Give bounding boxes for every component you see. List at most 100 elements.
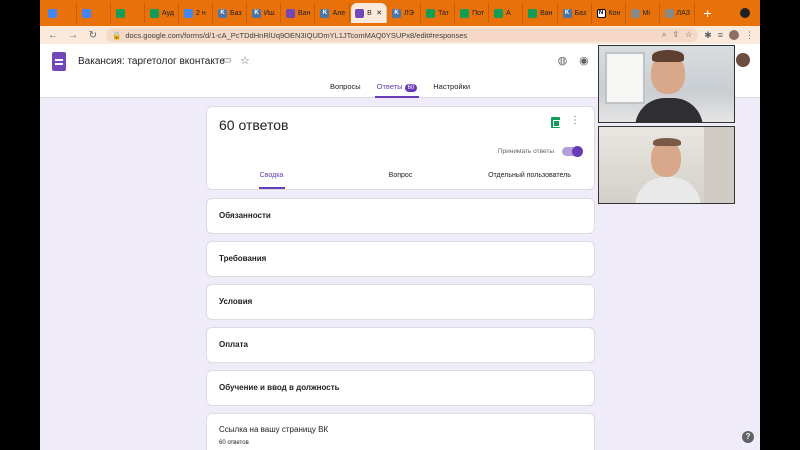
reload-icon[interactable]: ↻: [86, 30, 100, 41]
tab-label: Mi: [642, 9, 650, 17]
browser-tab[interactable]: N Кон: [593, 3, 626, 23]
letterbox-right: [760, 0, 800, 450]
tab-label: Ван: [540, 9, 553, 17]
toggle-knob: [572, 146, 583, 157]
browser-tab[interactable]: K Але: [316, 3, 351, 23]
responses-count-title: 60 ответов: [219, 117, 289, 133]
sheets-icon: [150, 8, 159, 18]
notion-icon: N: [596, 8, 606, 18]
forward-icon[interactable]: →: [66, 30, 80, 41]
tab-label: Кон: [608, 9, 621, 17]
question-card[interactable]: Ссылка на вашу страницу ВК 60 ответов: [206, 413, 595, 450]
accept-responses-toggle[interactable]: [562, 146, 583, 157]
tab-strip: Ауд 2 н K Баз K Иш Ван K Але В ✕ K ЛЭ Тат Пот…: [40, 0, 760, 26]
person-head: [651, 141, 681, 177]
question-card[interactable]: Оплата: [206, 327, 595, 363]
browser-tab[interactable]: Ван: [524, 3, 558, 23]
new-tab-button[interactable]: +: [696, 5, 720, 21]
browser-menu-icon[interactable]: ⋮: [745, 30, 754, 41]
webcam-overlay-1: [598, 45, 735, 123]
browser-tab[interactable]: Ван: [282, 3, 316, 23]
browser-tab[interactable]: 2 н: [180, 3, 213, 23]
browser-tab[interactable]: [112, 3, 145, 23]
browser-tab[interactable]: Mi: [627, 3, 660, 23]
browser-tab[interactable]: K Иш: [248, 3, 281, 23]
browser-tab[interactable]: K Баз: [559, 3, 592, 23]
preview-eye-icon[interactable]: ◉: [579, 54, 589, 67]
back-icon[interactable]: ←: [46, 30, 60, 41]
question-title: Условия: [219, 297, 253, 306]
tab-label: Баз: [574, 9, 587, 17]
folder-icon[interactable]: ▭: [222, 55, 231, 66]
tab-individual[interactable]: Отдельный пользователь: [465, 167, 594, 189]
question-title: Требования: [219, 254, 267, 263]
reading-list-icon[interactable]: ≡: [718, 30, 723, 40]
question-responses-count: 60 ответов: [219, 440, 249, 446]
tab-responses[interactable]: Ответы 60: [374, 82, 420, 98]
tab-label: ЛЭ: [404, 9, 414, 17]
question-title: Оплата: [219, 340, 248, 349]
vk-icon: K: [320, 8, 330, 18]
sheets-icon: [426, 8, 436, 18]
account-avatar[interactable]: [736, 53, 750, 67]
tab-search-icon[interactable]: [740, 8, 750, 18]
question-title: Обязанности: [219, 211, 271, 220]
vk-icon: K: [562, 8, 572, 18]
background-window: [605, 52, 645, 104]
background-shelf: [704, 127, 734, 203]
person-hair: [652, 50, 684, 62]
sheets-icon: [528, 8, 538, 18]
tab-label: Тат: [438, 9, 450, 17]
forms-logo-icon[interactable]: [52, 52, 66, 71]
browser-tab[interactable]: K Баз: [214, 3, 247, 23]
profile-avatar[interactable]: [729, 30, 739, 40]
sheets-link-icon[interactable]: [551, 117, 560, 128]
book-icon: [664, 8, 674, 18]
vk-icon: K: [392, 8, 402, 18]
share-icon[interactable]: ⇪: [672, 30, 679, 40]
browser-tab[interactable]: K ЛЭ: [388, 3, 422, 23]
close-icon[interactable]: ✕: [376, 9, 382, 17]
browser-tab[interactable]: ЛАЗ: [661, 3, 695, 23]
browser-tab[interactable]: А: [490, 3, 524, 23]
question-card[interactable]: Обязанности: [206, 198, 595, 234]
browser-tab[interactable]: [78, 3, 111, 23]
browser-tab[interactable]: Ауд: [146, 3, 179, 23]
browser-tab[interactable]: Тат: [422, 3, 456, 23]
tab-settings-label: Настройки: [433, 82, 471, 91]
extensions-icon[interactable]: ✱: [704, 30, 712, 41]
question-card[interactable]: Обучение и ввод в должность: [206, 370, 595, 406]
tab-settings[interactable]: Настройки: [431, 82, 472, 98]
palette-icon[interactable]: ◍: [558, 54, 568, 67]
browser-tab[interactable]: Пот: [456, 3, 490, 23]
tab-individual-label: Отдельный пользователь: [488, 172, 571, 179]
tab-questions-label: Вопросы: [329, 82, 361, 91]
form-title[interactable]: Вакансия: таргетолог вконтакте: [78, 56, 225, 67]
more-vert-icon[interactable]: ⋮: [570, 115, 580, 126]
sheets-icon: [494, 8, 504, 18]
address-bar[interactable]: 🔒 docs.google.com/forms/d/1-cA_PcTDdHnRl…: [106, 28, 699, 42]
browser-toolbar: ← → ↻ 🔒 docs.google.com/forms/d/1-cA_PcT…: [40, 26, 760, 44]
browser-tab[interactable]: [44, 3, 77, 23]
tab-questions[interactable]: Вопросы: [328, 82, 363, 98]
question-card[interactable]: Условия: [206, 284, 595, 320]
browser-tab-active[interactable]: В ✕: [351, 3, 388, 23]
url-text: docs.google.com/forms/d/1-cA_PcTDdHnRlUq…: [125, 30, 468, 40]
responses-count-badge: 60: [404, 84, 418, 92]
person-hair: [653, 138, 681, 146]
forms-icon: [355, 8, 365, 18]
accept-responses-label: Принимать ответы: [497, 148, 554, 155]
tab-summary-label: Сводка: [259, 172, 284, 179]
question-card[interactable]: Требования: [206, 241, 595, 277]
tab-question[interactable]: Вопрос: [336, 167, 465, 189]
star-icon[interactable]: ☆: [240, 54, 250, 67]
vk-icon: K: [218, 8, 227, 18]
tab-label: Ван: [298, 9, 311, 17]
responses-sub-tabs: Сводка Вопрос Отдельный пользователь: [207, 167, 594, 189]
tab-label: В: [367, 9, 372, 17]
bookmark-star-icon[interactable]: ☆: [685, 30, 692, 40]
generic-icon: [630, 8, 640, 18]
search-icon[interactable]: ⌕: [662, 30, 666, 40]
tab-summary[interactable]: Сводка: [207, 167, 336, 189]
help-icon[interactable]: ?: [742, 431, 754, 443]
